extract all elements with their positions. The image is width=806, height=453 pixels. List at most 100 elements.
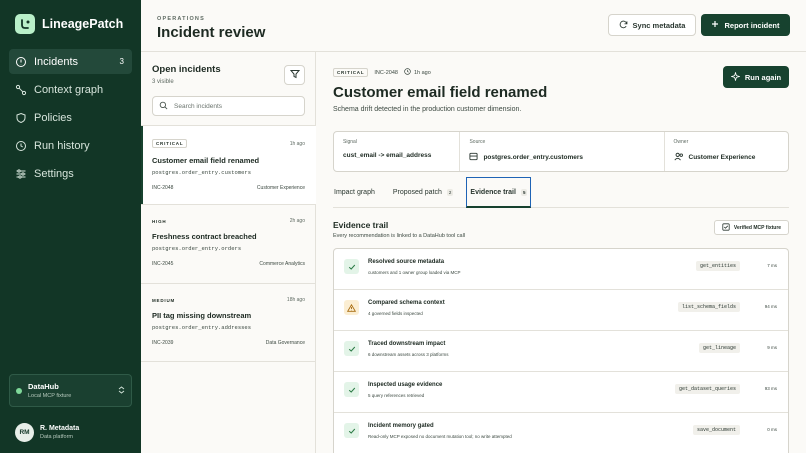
sidebar-item-settings[interactable]: Settings bbox=[9, 161, 132, 186]
incident-card[interactable]: MEDIUM 18h ago PII tag missing downstrea… bbox=[141, 283, 316, 362]
logo-icon bbox=[15, 14, 35, 34]
page-header: OPERATIONS Incident review Sync metadata… bbox=[141, 0, 806, 52]
incident-time: 1h ago bbox=[413, 69, 431, 76]
refresh-icon bbox=[619, 20, 628, 31]
chevron-updown-icon bbox=[118, 385, 125, 396]
tool-call: get_lineage bbox=[698, 343, 740, 353]
tool-call: get_dataset_queries bbox=[674, 384, 740, 394]
brand[interactable]: LineagePatch bbox=[15, 14, 123, 34]
tool-call: list_schema_fields bbox=[677, 302, 740, 312]
report-label: Report incident bbox=[724, 20, 780, 30]
severity-badge: CRITICAL bbox=[333, 68, 369, 77]
incident-title: Freshness contract breached bbox=[152, 232, 257, 241]
incident-list-panel: Open incidents 3 visible CRITICAL 1h ago… bbox=[141, 52, 316, 453]
incident-card[interactable]: HIGH 2h ago Freshness contract breached … bbox=[141, 204, 316, 283]
list-title: Open incidents bbox=[152, 64, 221, 75]
evidence-step[interactable]: Compared schema context 4 governed field… bbox=[334, 290, 788, 331]
search-input[interactable] bbox=[174, 102, 304, 110]
shield-icon bbox=[15, 112, 27, 124]
avatar: RM bbox=[15, 423, 34, 442]
sidebar-item-context-graph[interactable]: Context graph bbox=[9, 77, 132, 102]
owner-label: Owner bbox=[673, 139, 689, 145]
step-name: Inspected usage evidence bbox=[368, 382, 443, 388]
sidebar-item-run-history[interactable]: Run history bbox=[9, 133, 132, 158]
search-box[interactable] bbox=[152, 96, 305, 116]
alert-circle-icon bbox=[15, 56, 27, 68]
incident-id: INC-2039 bbox=[152, 340, 174, 346]
sidebar-item-label: Policies bbox=[34, 111, 72, 124]
sidebar: LineagePatch Incidents 3 Context graph P… bbox=[0, 0, 141, 453]
sliders-icon bbox=[15, 168, 27, 180]
step-name: Traced downstream impact bbox=[368, 341, 446, 347]
incident-detail-panel: CRITICAL INC-2048 1h ago Customer email … bbox=[316, 52, 806, 453]
evidence-list: Resolved source metadata customers and 1… bbox=[333, 248, 789, 453]
sync-label: Sync metadata bbox=[632, 20, 686, 30]
step-duration: 94 ms bbox=[764, 304, 777, 309]
sidebar-item-label: Run history bbox=[34, 139, 90, 152]
source-value: postgres.order_entry.customers bbox=[483, 154, 584, 161]
verified-icon bbox=[722, 222, 730, 233]
filter-button[interactable] bbox=[284, 65, 305, 85]
step-name: Resolved source metadata bbox=[368, 259, 445, 265]
tab-label: Proposed patch bbox=[392, 189, 442, 196]
warning-icon bbox=[344, 300, 359, 315]
tab-evidence-trail[interactable]: Evidence trail 5 bbox=[466, 177, 532, 208]
detail-tabs: Impact graph Proposed patch 2 Evidence t… bbox=[333, 177, 789, 208]
status-dot bbox=[16, 387, 22, 394]
sidebar-nav: Incidents 3 Context graph Policies Run h… bbox=[9, 49, 132, 189]
tab-label: Impact graph bbox=[334, 189, 375, 196]
sync-metadata-button[interactable]: Sync metadata bbox=[608, 14, 696, 36]
sidebar-item-label: Settings bbox=[34, 167, 74, 180]
check-icon bbox=[344, 259, 359, 274]
incident-dataset-path: postgres.order_entry.orders bbox=[152, 245, 242, 252]
check-icon bbox=[344, 382, 359, 397]
severity-badge: CRITICAL bbox=[152, 139, 188, 148]
incident-dataset-path: postgres.order_entry.customers bbox=[152, 169, 252, 176]
workspace-name: DataHub bbox=[28, 382, 59, 391]
tab-proposed-patch[interactable]: Proposed patch 2 bbox=[392, 177, 455, 208]
database-icon bbox=[469, 152, 479, 163]
incident-title: Customer email field renamed bbox=[152, 156, 260, 165]
tool-call: get_entities bbox=[695, 261, 740, 271]
incident-card[interactable]: CRITICAL 1h ago Customer email field ren… bbox=[141, 125, 316, 204]
owner-value: Customer Experience bbox=[688, 154, 756, 161]
severity-badge: HIGH bbox=[152, 218, 167, 224]
clock-icon bbox=[404, 68, 411, 77]
step-description: 4 governed fields inspected bbox=[368, 311, 423, 316]
evidence-step[interactable]: Traced downstream impact 6 downstream as… bbox=[334, 331, 788, 372]
sidebar-item-label: Context graph bbox=[34, 83, 104, 96]
evidence-step[interactable]: Inspected usage evidence 5 query referen… bbox=[334, 372, 788, 413]
signal-cell: Signal cust_email -> email_address bbox=[334, 132, 461, 171]
step-duration: 93 ms bbox=[764, 386, 777, 391]
graph-icon bbox=[15, 84, 27, 96]
tab-count-badge: 2 bbox=[446, 189, 454, 196]
evidence-step[interactable]: Incident memory gated Read-only MCP expo… bbox=[334, 413, 788, 453]
tool-call: save_document bbox=[692, 425, 740, 435]
workspace-subtitle: Local MCP fixture bbox=[28, 393, 72, 399]
check-icon bbox=[344, 341, 359, 356]
evidence-step[interactable]: Resolved source metadata customers and 1… bbox=[334, 249, 788, 290]
sidebar-item-incidents[interactable]: Incidents 3 bbox=[9, 49, 132, 74]
tab-label: Evidence trail bbox=[470, 188, 516, 196]
incident-owner: Customer Experience bbox=[256, 185, 305, 191]
tab-impact-graph[interactable]: Impact graph bbox=[333, 177, 376, 208]
sidebar-item-policies[interactable]: Policies bbox=[9, 105, 132, 130]
incident-time: 1h ago bbox=[289, 140, 305, 147]
tab-count-badge: 5 bbox=[520, 188, 528, 196]
owner-cell: Owner Customer Experience bbox=[665, 132, 788, 171]
user-name: R. Metadata bbox=[40, 425, 80, 432]
incident-owner: Data Governance bbox=[265, 340, 305, 346]
step-description: customers and 1 owner group loaded via M… bbox=[368, 270, 461, 275]
search-icon bbox=[159, 97, 168, 115]
incident-time: 18h ago bbox=[286, 297, 305, 303]
user-profile[interactable]: RM R. Metadata Data platform bbox=[15, 423, 79, 442]
section-title: Evidence trail bbox=[333, 220, 389, 230]
report-incident-button[interactable]: Report incident bbox=[701, 14, 790, 36]
incident-description: Schema drift detected in the production … bbox=[333, 106, 522, 113]
incident-id: INC-2045 bbox=[152, 261, 174, 267]
verified-label: Verified MCP fixture bbox=[733, 224, 782, 231]
incident-list: CRITICAL 1h ago Customer email field ren… bbox=[141, 125, 316, 362]
workspace-switcher[interactable]: DataHub Local MCP fixture bbox=[9, 374, 132, 407]
sidebar-item-label: Incidents bbox=[34, 55, 79, 68]
run-again-button[interactable]: Run again bbox=[723, 66, 789, 88]
